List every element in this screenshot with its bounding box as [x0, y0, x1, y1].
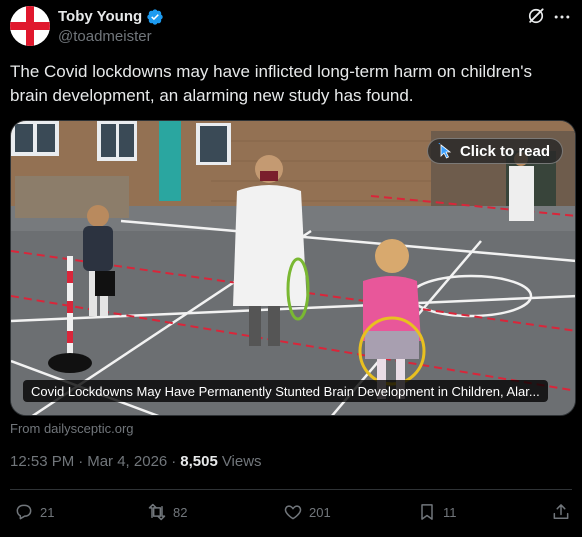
divider — [10, 489, 572, 490]
like-count: 201 — [309, 504, 331, 520]
like-button[interactable]: 201 — [283, 502, 331, 522]
tweet-meta: 12:53 PM · Mar 4, 2026 · 8,505 Views — [10, 453, 262, 470]
more-icon[interactable] — [552, 7, 572, 27]
reply-icon — [16, 504, 32, 520]
action-bar: 21 82 201 11 — [10, 502, 572, 526]
grok-icon[interactable] — [526, 6, 546, 26]
pointer-cursor-icon — [438, 143, 452, 159]
bookmark-count: 11 — [443, 504, 457, 520]
repost-count: 82 — [173, 504, 188, 520]
card-source[interactable]: From dailysceptic.org — [10, 421, 134, 436]
meta-separator: · — [78, 453, 84, 470]
link-card[interactable]: Click to read Covid Lockdowns May Have P… — [10, 120, 576, 416]
card-caption-text: Covid Lockdowns May Have Permanently Stu… — [31, 383, 540, 399]
share-button[interactable] — [551, 502, 571, 522]
views-count: 8,505 — [180, 453, 218, 470]
st-george-cross-flag-icon — [10, 6, 50, 46]
bookmark-icon — [421, 504, 433, 520]
share-icon — [553, 504, 569, 519]
author-display-name[interactable]: Toby Young — [58, 7, 142, 27]
author-block: Toby Young @toadmeister — [58, 7, 164, 47]
heart-icon — [284, 505, 302, 520]
repost-button[interactable]: 82 — [147, 502, 187, 522]
tweet-text: The Covid lockdowns may have inflicted l… — [10, 62, 532, 105]
views-label: Views — [221, 453, 262, 470]
click-to-read-button[interactable]: Click to read — [426, 138, 563, 164]
meta-separator: · — [171, 453, 177, 470]
playground-photo — [11, 121, 575, 415]
reply-button[interactable]: 21 — [14, 502, 54, 522]
repost-icon — [148, 503, 166, 521]
card-caption[interactable]: Covid Lockdowns May Have Permanently Stu… — [23, 380, 548, 402]
tweet-date[interactable]: Mar 4, 2026 — [87, 453, 167, 470]
author-handle[interactable]: @toadmeister — [58, 27, 164, 47]
verified-badge-icon[interactable] — [146, 8, 164, 26]
bookmark-button[interactable]: 11 — [417, 502, 457, 522]
tweet-header: Toby Young @toadmeister — [10, 6, 572, 48]
reply-count: 21 — [40, 504, 55, 520]
click-to-read-label: Click to read — [459, 142, 550, 160]
tweet-time[interactable]: 12:53 PM — [10, 453, 74, 470]
avatar[interactable] — [10, 6, 50, 46]
